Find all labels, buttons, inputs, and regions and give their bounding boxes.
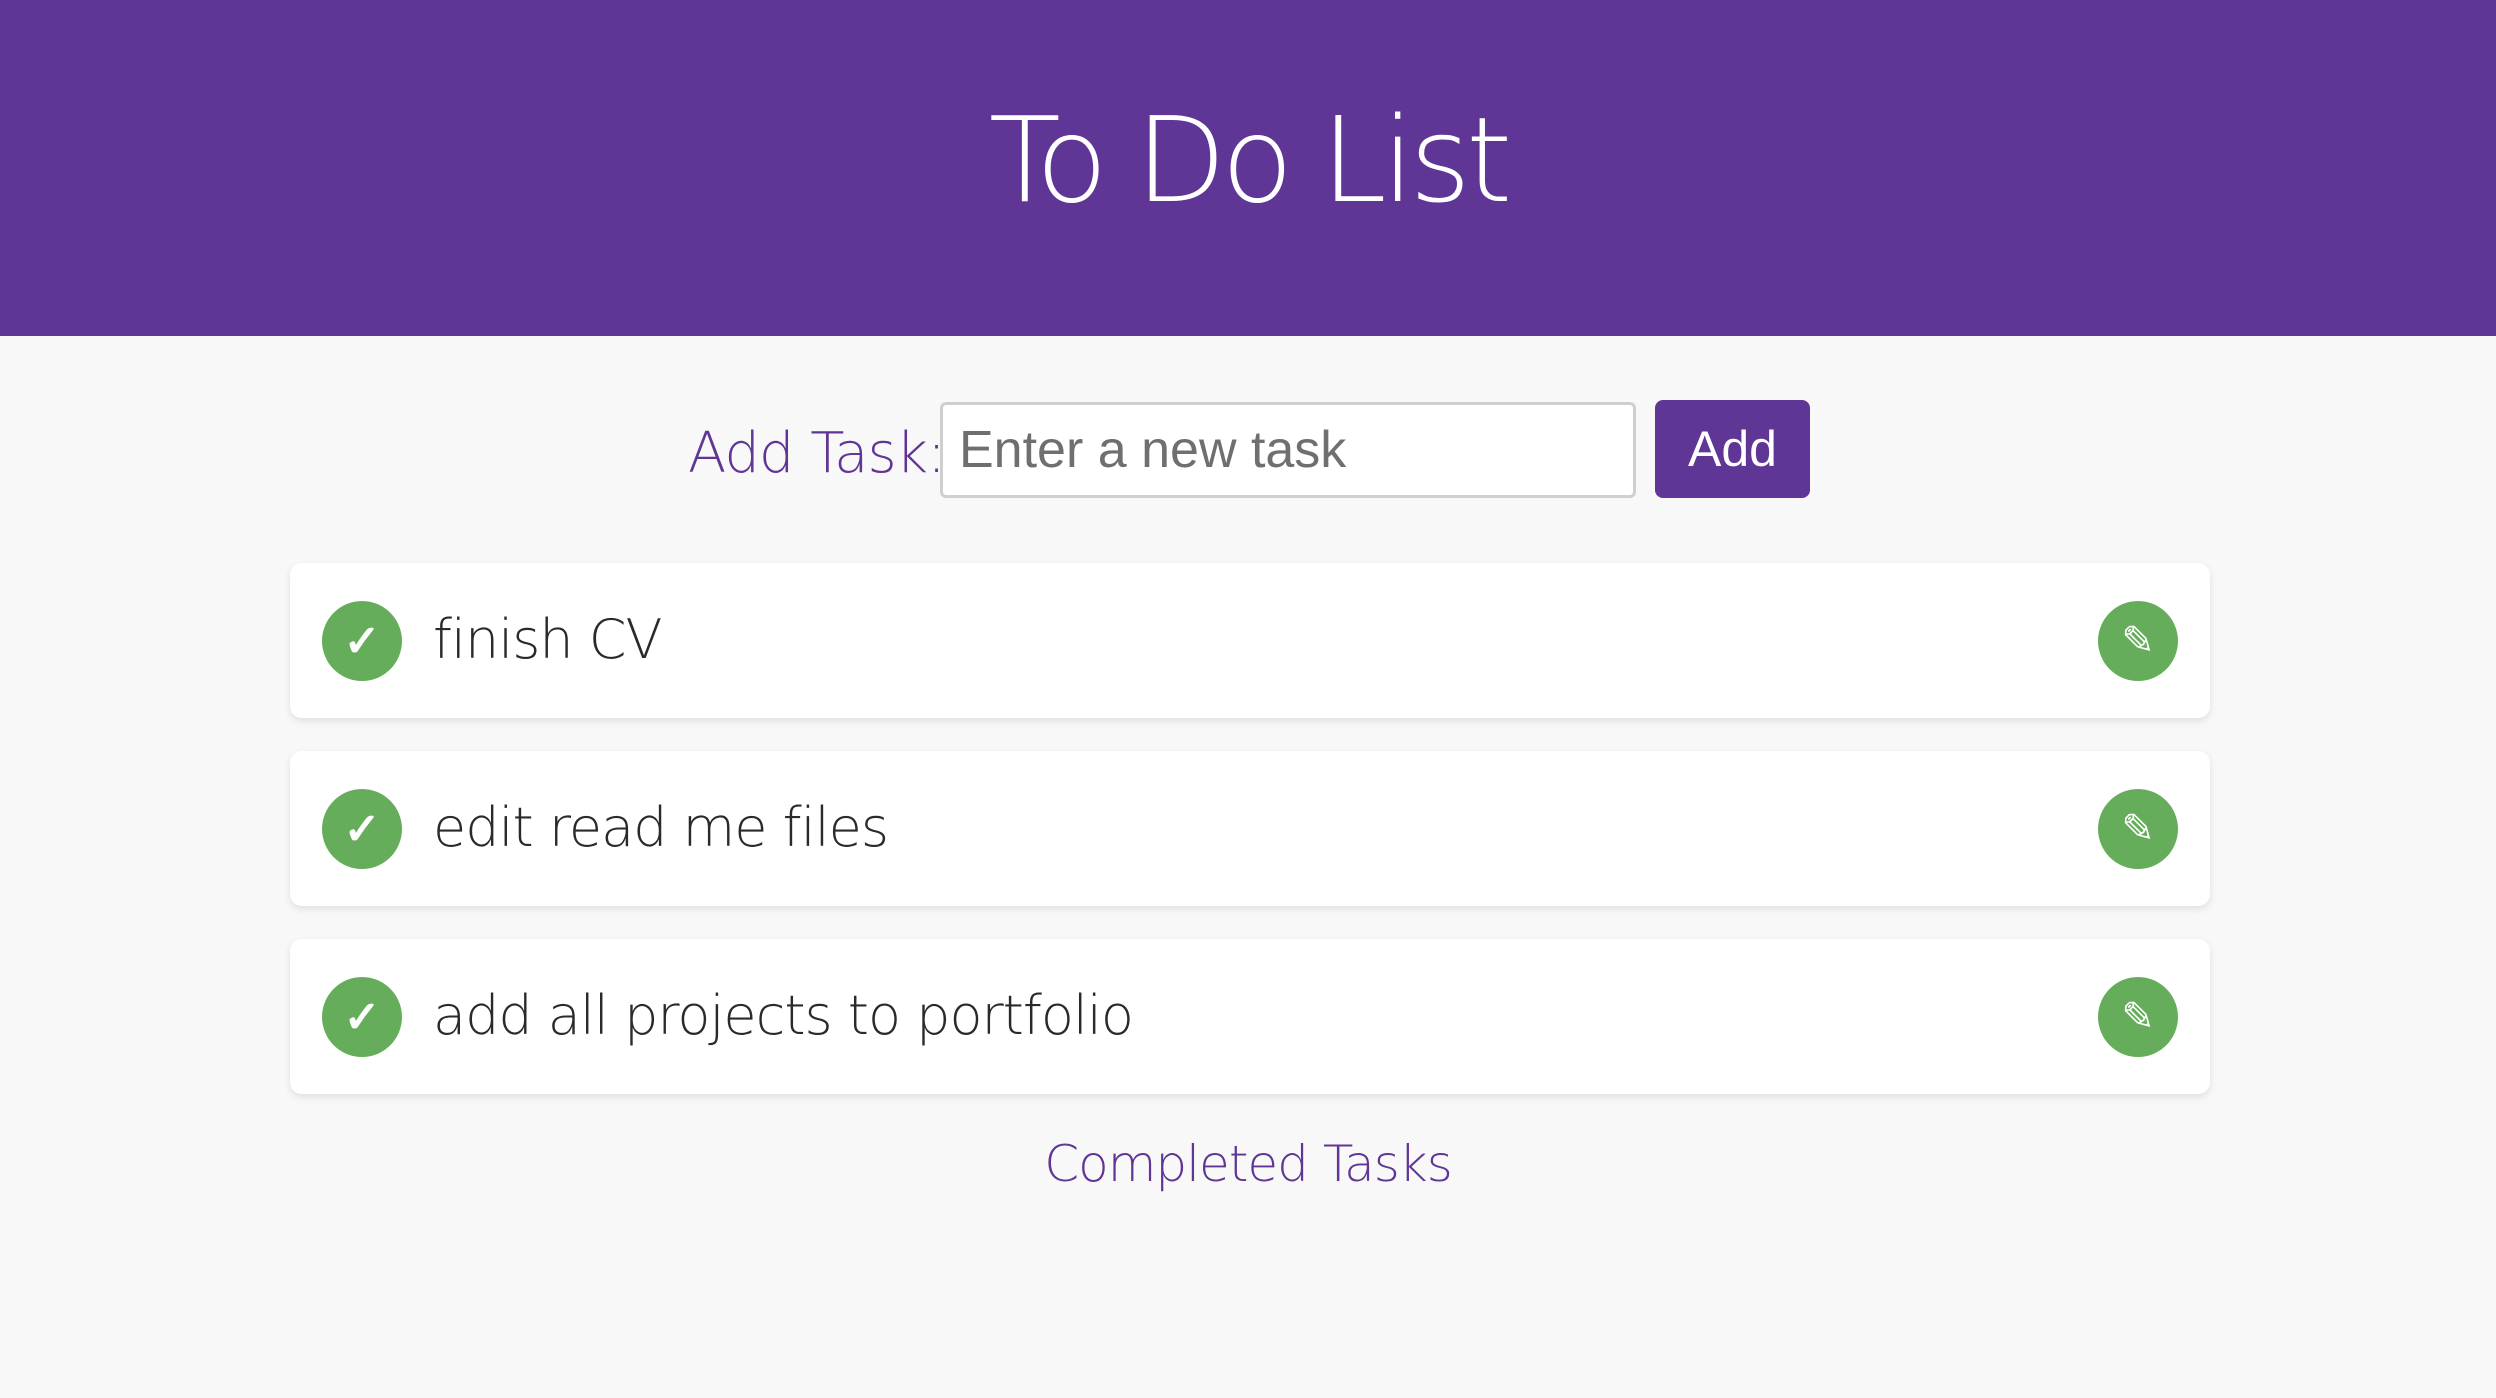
task-text: finish CV	[433, 608, 662, 671]
edit-task-pencil-icon[interactable]: ✎	[2098, 789, 2178, 869]
new-task-input[interactable]	[940, 402, 1636, 498]
page-title: To Do List	[988, 91, 1513, 229]
edit-task-pencil-icon[interactable]: ✎	[2098, 601, 2178, 681]
edit-task-pencil-icon[interactable]: ✎	[2098, 977, 2178, 1057]
app-header: To Do List	[0, 0, 2496, 336]
task-item: ✓ edit read me files ✎	[290, 751, 2210, 906]
task-item: ✓ add all projects to portfolio ✎	[290, 939, 2210, 1094]
add-task-label: Add Task:	[688, 421, 946, 486]
completed-tasks-link[interactable]: Completed Tasks	[0, 1135, 2496, 1193]
task-text: edit read me files	[433, 796, 889, 859]
task-text: add all projects to portfolio	[433, 984, 1134, 1047]
complete-task-check-icon[interactable]: ✓	[322, 601, 402, 681]
task-list: ✓ finish CV ✎ ✓ edit read me files ✎ ✓ a…	[290, 563, 2210, 1127]
add-task-form: Add Task: Add	[0, 400, 2496, 500]
complete-task-check-icon[interactable]: ✓	[322, 789, 402, 869]
add-task-button[interactable]: Add	[1655, 400, 1810, 498]
complete-task-check-icon[interactable]: ✓	[322, 977, 402, 1057]
task-item: ✓ finish CV ✎	[290, 563, 2210, 718]
